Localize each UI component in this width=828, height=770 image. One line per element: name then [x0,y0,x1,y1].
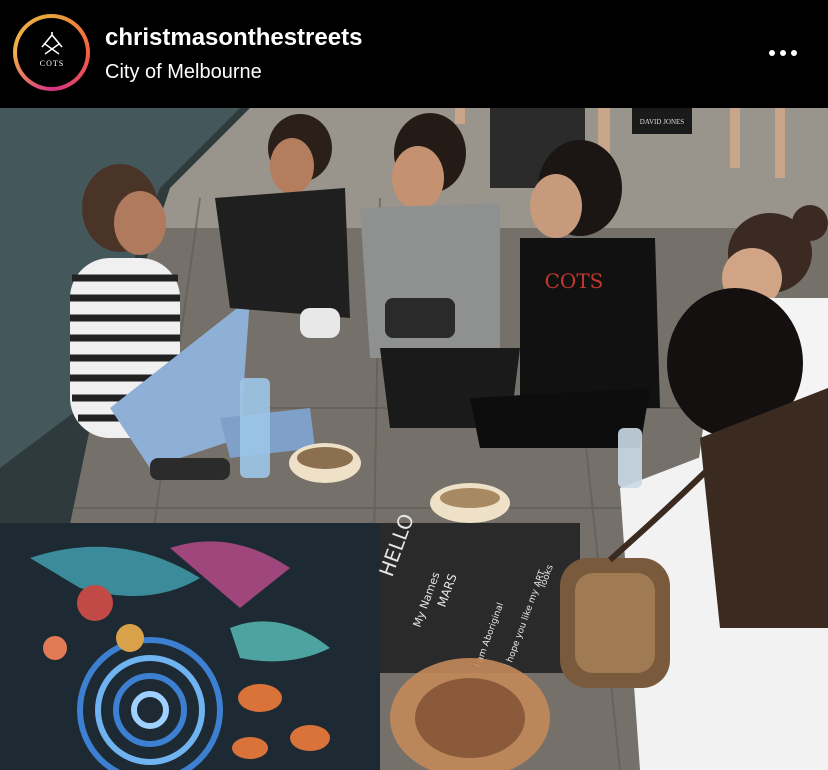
cots-logo-icon: COTS [39,31,63,68]
avatar[interactable]: COTS [13,14,90,91]
username[interactable]: christmasonthestreets [105,24,362,52]
more-dot-icon [769,50,775,56]
post-photo[interactable]: DAVID JONES HELLO My Names MARS I am Abo… [0,108,828,770]
avatar-logo-text: COTS [39,59,63,68]
more-dot-icon [780,50,786,56]
sign-text: DAVID JONES [640,118,685,126]
more-options-button[interactable] [760,38,806,68]
avatar-inner: COTS [17,18,86,87]
post-header: COTS christmasonthestreets City of Melbo… [0,0,828,108]
location-label[interactable]: City of Melbourne [105,61,262,84]
more-dot-icon [791,50,797,56]
street-scene-illustration: DAVID JONES HELLO My Names MARS I am Abo… [0,108,828,770]
shirt-text: COTS [545,269,604,293]
